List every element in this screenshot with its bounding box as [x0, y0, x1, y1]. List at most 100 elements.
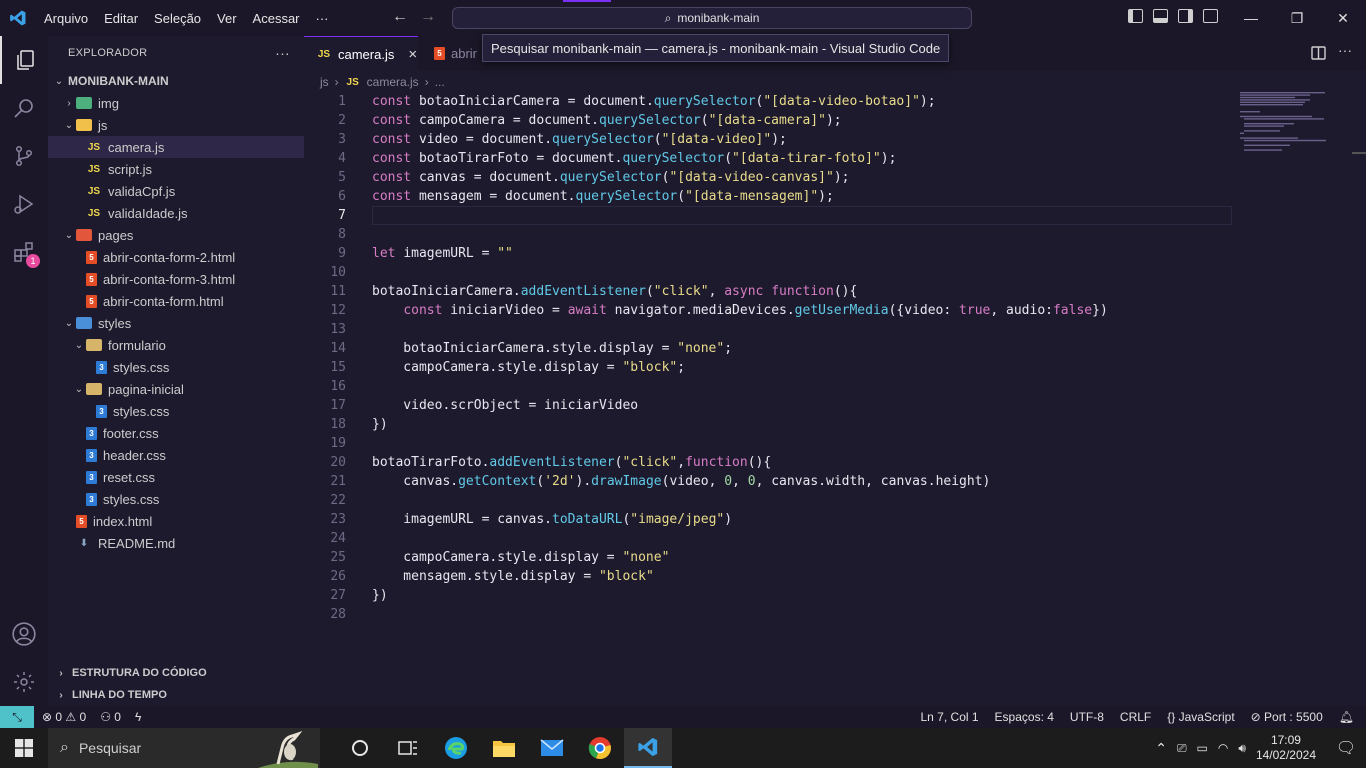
folder-item[interactable]: › img	[48, 92, 304, 114]
close-icon[interactable]: ✕	[1320, 0, 1366, 36]
volume-icon[interactable]: 🔊︎	[1238, 741, 1246, 756]
run-debug-icon[interactable]	[0, 180, 48, 228]
toggle-sidebar-icon[interactable]	[1128, 9, 1143, 23]
lightning-icon[interactable]: ϟ	[135, 710, 141, 724]
forward-arrow-icon[interactable]: →	[420, 8, 436, 26]
menu-item[interactable]: Acessar	[245, 11, 308, 26]
file-item[interactable]: 3 reset.css	[48, 466, 304, 488]
js-file-icon: JS	[87, 185, 101, 197]
restore-icon[interactable]: ❐	[1274, 0, 1320, 36]
notifications-bell-icon[interactable]: 🔔︎	[1339, 710, 1354, 724]
file-item[interactable]: 3 footer.css	[48, 422, 304, 444]
folder-item[interactable]: ⌄ styles	[48, 312, 304, 334]
customize-layout-icon[interactable]	[1203, 9, 1218, 23]
folder-item[interactable]: ⌄ js	[48, 114, 304, 136]
folder-icon	[76, 229, 92, 241]
problems-indicator[interactable]: ⊗ 0 ⚠ 0	[42, 710, 86, 724]
remote-indicator-icon[interactable]: ⤡	[0, 706, 34, 728]
code-line: 2 const campoCamera = document.querySelec…	[304, 111, 1366, 130]
outline-section[interactable]: › ESTRUTURA DO CÓDIGO	[48, 662, 304, 684]
file-item[interactable]: 5 abrir-conta-form.html	[48, 290, 304, 312]
file-item[interactable]: 5 abrir-conta-form-2.html	[48, 246, 304, 268]
menu-item[interactable]: Editar	[96, 11, 146, 26]
timeline-section-label: LINHA DO TEMPO	[72, 689, 167, 701]
file-item[interactable]: JS validaCpf.js	[48, 180, 304, 202]
explorer-icon[interactable]	[0, 36, 48, 84]
battery-icon[interactable]: ▭	[1197, 741, 1208, 755]
meet-now-icon[interactable]: ⎚	[1177, 741, 1187, 756]
minimap[interactable]	[1240, 92, 1350, 152]
file-explorer-icon[interactable]	[480, 728, 528, 768]
editor-scrollbar[interactable]	[1352, 152, 1366, 154]
widgets-icon[interactable]	[384, 728, 432, 768]
file-item[interactable]: 3 styles.css	[48, 356, 304, 378]
file-item[interactable]: 5 abrir-conta-form-3.html	[48, 268, 304, 290]
windows-start-icon[interactable]	[0, 728, 48, 768]
edge-browser-icon[interactable]	[432, 728, 480, 768]
code-token: );	[818, 189, 834, 204]
editor-more-icon[interactable]: ···	[1338, 42, 1352, 58]
explorer-more-icon[interactable]: ···	[275, 45, 290, 61]
taskbar-search[interactable]: ⌕ Pesquisar	[48, 728, 320, 768]
clock[interactable]: 17:09 14/02/2024	[1256, 733, 1316, 763]
folder-item[interactable]: ⌄ formulario	[48, 334, 304, 356]
breadcrumb-more[interactable]: ...	[435, 75, 445, 89]
encoding[interactable]: UTF-8	[1070, 710, 1104, 724]
cursor-position[interactable]: Ln 7, Col 1	[921, 710, 979, 724]
minimize-icon[interactable]: —	[1228, 0, 1274, 36]
task-view-icon[interactable]	[336, 728, 384, 768]
timeline-section[interactable]: › LINHA DO TEMPO	[48, 684, 304, 706]
chevron-up-icon[interactable]: ⌃	[1155, 740, 1167, 757]
notification-center-icon[interactable]: 🗨︎	[1326, 738, 1366, 758]
command-center-search[interactable]: ⌕ monibank-main	[452, 7, 972, 29]
tree-item-label: header.css	[103, 447, 166, 463]
split-editor-icon[interactable]	[1311, 46, 1326, 65]
toggle-panel-icon[interactable]	[1153, 9, 1168, 23]
code-editor[interactable]: 1 const botaoIniciarCamera = document.que…	[304, 92, 1366, 706]
code-line: 10	[304, 263, 1366, 282]
file-item[interactable]: 3 header.css	[48, 444, 304, 466]
menu-item[interactable]: ···	[308, 11, 337, 26]
back-arrow-icon[interactable]: ←	[392, 8, 408, 26]
file-item[interactable]: ⬇ README.md	[48, 532, 304, 554]
folder-item[interactable]: ⌄ pages	[48, 224, 304, 246]
line-number: 17	[330, 398, 346, 413]
live-server-port[interactable]: ⊘ Port : 5500	[1251, 710, 1323, 724]
code-token: "none"	[677, 341, 725, 356]
chrome-icon[interactable]	[576, 728, 624, 768]
code-token: getContext	[458, 474, 537, 489]
end-of-line[interactable]: CRLF	[1120, 710, 1151, 724]
vscode-logo-icon[interactable]	[0, 0, 36, 36]
settings-gear-icon[interactable]	[0, 658, 48, 706]
menu-item[interactable]: Arquivo	[36, 11, 96, 26]
tab-abrir-conta[interactable]: 5 abrir	[422, 36, 486, 71]
code-text: botaoTirarFoto.addEventListener("click",…	[372, 455, 771, 470]
language-mode[interactable]: {} JavaScript	[1167, 710, 1234, 724]
menu-item[interactable]: Seleção	[146, 11, 209, 26]
line-number: 22	[330, 493, 346, 508]
code-token: ({video:	[888, 303, 960, 318]
mail-icon[interactable]	[528, 728, 576, 768]
source-control-icon[interactable]	[0, 132, 48, 180]
folder-item[interactable]: ⌄ pagina-inicial	[48, 378, 304, 400]
wifi-icon[interactable]: ◠	[1218, 741, 1228, 755]
toggle-secondary-sidebar-icon[interactable]	[1178, 9, 1193, 23]
file-item[interactable]: 5 index.html	[48, 510, 304, 532]
extensions-icon[interactable]: 1	[0, 228, 48, 276]
file-item[interactable]: 3 styles.css	[48, 488, 304, 510]
file-item[interactable]: JS validaIdade.js	[48, 202, 304, 224]
account-icon[interactable]	[0, 610, 48, 658]
tab-camera-js[interactable]: JS camera.js ×	[304, 36, 418, 71]
file-item[interactable]: JS camera.js	[48, 136, 304, 158]
file-item[interactable]: 3 styles.css	[48, 400, 304, 422]
indentation[interactable]: Espaços: 4	[995, 710, 1054, 724]
workspace-root[interactable]: ⌄ MONIBANK-MAIN	[48, 70, 304, 92]
menu-item[interactable]: Ver	[209, 11, 245, 26]
search-view-icon[interactable]	[0, 84, 48, 132]
vscode-taskbar-icon[interactable]	[624, 728, 672, 768]
file-item[interactable]: JS script.js	[48, 158, 304, 180]
breadcrumb-file[interactable]: camera.js	[367, 75, 419, 89]
breadcrumb-folder[interactable]: js	[320, 75, 329, 89]
tab-close-icon[interactable]: ×	[408, 46, 417, 63]
ports-indicator[interactable]: ⚇ 0	[100, 710, 121, 724]
